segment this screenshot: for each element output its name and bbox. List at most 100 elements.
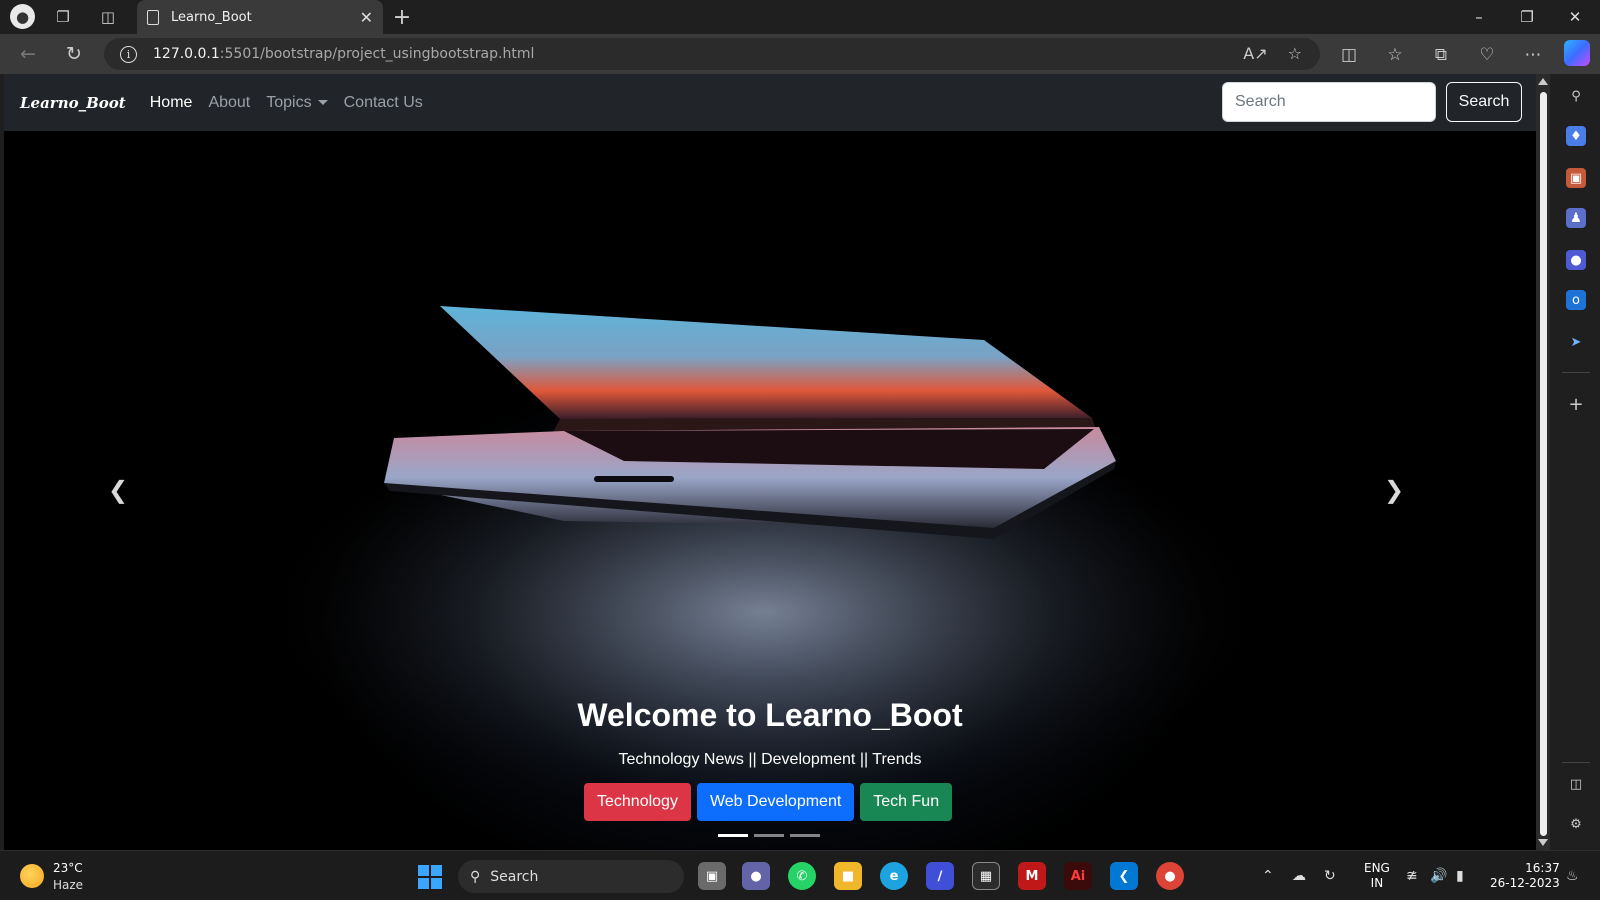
nav-topics-label: Topics [266,93,312,111]
notification-bell-icon[interactable]: ♨ [1566,868,1579,884]
workspaces-icon[interactable]: ❐ [50,4,76,30]
back-icon[interactable]: ← [14,41,42,67]
store-icon[interactable]: ▦ [972,862,1000,890]
prev-arrow-icon[interactable]: ❮ [108,476,128,504]
taskbar-search[interactable]: ⚲ Search [458,860,684,893]
tech-fun-button[interactable]: Tech Fun [860,783,953,821]
weather-icon[interactable] [20,864,44,888]
region-code: IN [1370,876,1384,890]
sidebar-divider [1562,372,1590,373]
microsoft-365-icon[interactable]: ● [1566,250,1586,270]
carousel-buttons: Technology Web Development Tech Fun [584,783,953,821]
nav-topics-dropdown[interactable]: Topics [266,93,328,112]
brand-logo[interactable]: Learno_Boot [20,94,126,112]
browser-titlebar: ● ❐ ◫ Learno_Boot ✕ + – ❐ ✕ [0,0,1600,34]
scroll-down-icon[interactable] [1538,839,1548,846]
url-host: 127.0.0.1 [153,46,220,62]
outlook-icon[interactable]: o [1566,290,1586,310]
sync-icon[interactable]: ↻ [1324,868,1336,884]
onedrive-icon[interactable]: ☁ [1292,868,1306,884]
sidebar-divider [1562,762,1590,763]
search-icon[interactable]: ⚲ [1566,86,1586,106]
language-code: ENG [1364,861,1390,875]
hero-carousel: ❮ ❯ Welcome to Learno_Boot Technology Ne… [4,131,1536,850]
teams-icon[interactable]: ● [742,862,770,890]
vertical-tabs-icon[interactable]: ◫ [95,4,121,30]
search-button[interactable]: Search [1446,82,1522,122]
wifi-icon[interactable]: ≇ [1406,868,1418,884]
search-icon: ⚲ [470,868,481,885]
carousel-indicator[interactable] [754,834,784,837]
carousel-title: Welcome to Learno_Boot [577,697,963,733]
nav-about[interactable]: About [208,94,250,112]
chevron-up-icon[interactable]: ⌃ [1262,868,1274,884]
read-aloud-icon[interactable]: A↗ [1243,44,1267,63]
site-navbar: Learno_Boot Home About Topics Contact Us… [4,74,1536,131]
web-development-button[interactable]: Web Development [696,783,855,821]
nav-contact[interactable]: Contact Us [344,94,423,112]
profile-icon[interactable]: ● [10,4,35,29]
tools-icon[interactable]: ▣ [1566,168,1586,188]
page-viewport: Learno_Boot Home About Topics Contact Us… [4,74,1536,850]
system-clock[interactable]: 16:37 26-12-2023 [1490,861,1560,891]
page-scrollbar[interactable] [1536,74,1550,850]
edge-icon[interactable]: e [880,862,908,890]
next-arrow-icon[interactable]: ❯ [1384,476,1404,504]
info-icon[interactable]: i [120,45,137,63]
split-screen-icon[interactable]: ◫ [1336,43,1362,67]
scroll-up-icon[interactable] [1538,78,1548,85]
technology-button[interactable]: Technology [584,783,691,821]
favorite-star-icon[interactable]: ☆ [1288,44,1302,63]
adobe-illustrator-icon[interactable]: Ai [1064,862,1092,890]
collections-icon[interactable]: ⧉ [1428,43,1454,67]
task-view-icon[interactable]: ▣ [698,862,726,890]
restore-button[interactable]: ❐ [1504,0,1550,34]
mcafee-icon[interactable]: M [1018,862,1046,890]
more-icon[interactable]: ⋯ [1520,43,1546,67]
search-input[interactable] [1222,82,1436,122]
whatsapp-icon[interactable]: ✆ [788,862,816,890]
address-bar[interactable]: i 127.0.0.1:5501/bootstrap/project_using… [104,38,1320,70]
vscode-icon[interactable]: ❮ [1110,862,1138,890]
carousel-indicator[interactable] [790,834,820,837]
shopping-icon[interactable]: ♦ [1566,126,1586,146]
nav-home[interactable]: Home [150,94,193,112]
page-icon [147,9,159,25]
carousel-subtitle: Technology News || Development || Trends [618,751,922,768]
volume-icon[interactable]: 🔊 [1430,868,1447,884]
carousel-indicators [718,834,820,837]
taskbar-search-label: Search [490,868,539,885]
chrome-icon[interactable]: ● [1156,862,1184,890]
scroll-thumb[interactable] [1540,92,1547,836]
favorites-icon[interactable]: ☆ [1382,43,1408,67]
games-icon[interactable]: ♟ [1566,208,1586,228]
gear-icon[interactable]: ⚙ [1566,814,1586,834]
drop-icon[interactable]: ➤ [1566,332,1586,352]
windows-taskbar: 23°C Haze ⚲ Search ▣ ● ✆ ■ e ∕ ▦ M Ai ❮ … [0,850,1600,900]
address-toolbar: ← ↻ i 127.0.0.1:5501/bootstrap/project_u… [0,34,1600,74]
file-explorer-icon[interactable]: ■ [834,862,862,890]
laptop-image [244,306,1284,831]
carousel-indicator[interactable] [718,834,748,837]
windows-start-icon[interactable] [418,865,442,889]
plus-icon[interactable]: + [1566,394,1586,415]
tab-learno-boot[interactable]: Learno_Boot ✕ [137,0,383,34]
window-close-button[interactable]: ✕ [1552,0,1598,34]
url-path: :5501/bootstrap/project_usingbootstrap.h… [219,46,535,62]
copilot-icon[interactable] [1564,40,1590,66]
tab-title: Learno_Boot [171,9,252,25]
minimize-button[interactable]: – [1456,0,1502,34]
caret-down-icon [317,99,328,105]
clock-date: 26-12-2023 [1490,876,1560,890]
hide-sidebar-icon[interactable]: ◫ [1566,774,1586,794]
language-indicator[interactable]: ENG IN [1364,861,1390,891]
battery-icon[interactable]: ▮ [1456,868,1464,884]
app-icon[interactable]: ∕ [926,862,954,890]
browser-essentials-icon[interactable]: ♡ [1474,43,1500,67]
plus-icon[interactable]: + [389,4,415,30]
refresh-icon[interactable]: ↻ [60,41,88,67]
weather-description[interactable]: Haze [53,878,83,892]
weather-temperature[interactable]: 23°C [53,861,83,875]
close-icon[interactable]: ✕ [360,8,373,27]
edge-sidebar: ⚲ ♦ ▣ ♟ ● o ➤ + ◫ ⚙ [1552,74,1600,850]
